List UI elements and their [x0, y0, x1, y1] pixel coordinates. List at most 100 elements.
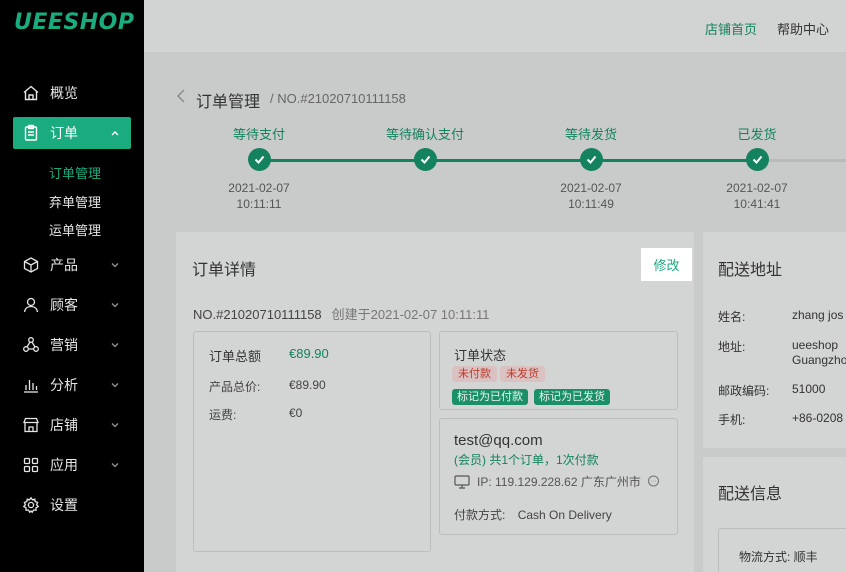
customer-ip-row: IP: 119.129.228.62 广东广州市	[454, 473, 660, 490]
status-badge-unpaid: 未付款	[452, 366, 497, 382]
shipping-info-title: 配送信息	[718, 486, 783, 503]
step-check-icon	[746, 148, 769, 171]
total-label: 订单总额	[209, 349, 262, 364]
step-label: 等待支付	[232, 127, 286, 142]
order-status-title: 订单状态	[454, 348, 507, 363]
address-line1: ueeshop	[792, 338, 839, 352]
name-label: 姓名:	[718, 310, 746, 324]
store-icon	[22, 416, 40, 434]
step-date: 2021-02-07	[228, 181, 290, 195]
back-arrow-icon[interactable]	[174, 88, 188, 104]
gear-icon	[22, 496, 40, 514]
user-icon	[22, 296, 40, 314]
order-number-line: NO.#21020710111158 创建于2021-02-07 10:11:11	[193, 304, 489, 323]
chevron-up-icon	[111, 131, 119, 136]
shipping-method: 物流方式: 顺丰	[739, 550, 818, 564]
product-total-value: €89.90	[289, 378, 326, 392]
shipping-fee-value: €0	[289, 406, 303, 420]
sub-item-abandoned-orders[interactable]: 弃单管理	[49, 192, 101, 211]
zip-label: 邮政编码:	[718, 384, 770, 398]
address-line2: Guangzho	[792, 353, 846, 367]
payment-value: Cash On Delivery	[517, 508, 612, 522]
brand-logo[interactable]: UEESHOP	[14, 10, 135, 35]
chevron-down-icon	[111, 343, 119, 348]
sidebar-item-label: 订单	[50, 125, 78, 141]
sidebar-item-label: 应用	[50, 457, 78, 473]
chevron-down-icon	[111, 423, 119, 428]
monitor-icon	[454, 474, 470, 489]
sub-item-order-management[interactable]: 订单管理	[49, 163, 101, 182]
store-home-link[interactable]: 店铺首页	[705, 19, 757, 38]
sidebar-item-label: 分析	[50, 377, 78, 393]
step-check-icon	[414, 148, 437, 171]
step-check-icon	[248, 148, 271, 171]
chevron-down-icon	[111, 303, 119, 308]
step-label: 等待发货	[564, 127, 618, 142]
status-badge-unshipped: 未发货	[500, 366, 545, 382]
share-icon	[22, 336, 40, 354]
order-number: NO.#21020710111158	[193, 307, 322, 322]
progress-line-pending	[769, 159, 846, 162]
step-label: 已发货	[737, 127, 777, 142]
page-title: 订单管理	[196, 94, 261, 111]
chevron-down-icon	[111, 263, 119, 268]
sidebar-item-label: 顾客	[50, 297, 78, 313]
chevron-down-icon	[111, 463, 119, 468]
mark-paid-button[interactable]: 标记为已付款	[452, 389, 528, 405]
step-time: 2021-02-07 10:11:11	[228, 180, 289, 212]
breadcrumb-order-no: / NO.#21020710111158	[270, 91, 406, 106]
cube-icon	[22, 256, 40, 274]
edit-button[interactable]: 修改	[641, 248, 692, 281]
sidebar-item-marketing[interactable]: 营销	[13, 329, 131, 361]
address-label: 地址:	[718, 340, 746, 354]
sidebar-item-store[interactable]: 店铺	[13, 409, 131, 441]
customer-email[interactable]: test@qq.com	[454, 432, 543, 449]
order-detail-title: 订单详情	[192, 262, 257, 279]
product-total-label: 产品总价:	[209, 380, 261, 394]
shipping-fee-label: 运费:	[209, 408, 237, 422]
sidebar: UEESHOP 概览 订单 订单管理 弃单管理 运单管理 产品 顾客 营销 分析…	[0, 0, 144, 572]
step-clock: 10:11:49	[568, 197, 614, 211]
bar-chart-icon	[22, 376, 40, 394]
step-label: 等待确认支付	[385, 127, 465, 142]
sidebar-item-orders[interactable]: 订单	[13, 117, 131, 149]
step-clock: 10:41:41	[733, 197, 781, 211]
sidebar-item-products[interactable]: 产品	[13, 249, 131, 281]
sidebar-item-apps[interactable]: 应用	[13, 449, 131, 481]
sidebar-item-settings[interactable]: 设置	[13, 489, 131, 521]
sidebar-item-label: 设置	[50, 497, 78, 513]
comment-icon[interactable]	[647, 475, 660, 488]
sidebar-item-label: 产品	[50, 257, 78, 273]
step-time: 2021-02-07 10:41:41	[726, 180, 787, 212]
sidebar-item-analytics[interactable]: 分析	[13, 369, 131, 401]
mark-shipped-button[interactable]: 标记为已发货	[534, 389, 610, 405]
zip-value: 51000	[792, 382, 826, 396]
phone-value: +86-0208	[792, 411, 844, 425]
step-check-icon	[580, 148, 603, 171]
step-date: 2021-02-07	[560, 181, 622, 195]
apps-icon	[22, 456, 40, 474]
step-date: 2021-02-07	[726, 181, 788, 195]
chevron-down-icon	[111, 383, 119, 388]
sidebar-item-overview[interactable]: 概览	[13, 77, 131, 109]
order-created: 创建于2021-02-07 10:11:11	[331, 307, 490, 322]
progress-line	[259, 159, 757, 162]
sidebar-item-label: 概览	[50, 85, 78, 101]
customer-ip: IP: 119.129.228.62 广东广州市	[477, 475, 641, 489]
step-clock: 10:11:11	[236, 197, 282, 211]
help-center-link[interactable]: 帮助中心	[777, 19, 829, 38]
sidebar-item-label: 店铺	[50, 417, 78, 433]
customer-member-info: (会员) 共1个订单，1次付款	[454, 453, 599, 467]
step-time: 2021-02-07 10:11:49	[560, 180, 621, 212]
total-value: €89.90	[289, 346, 329, 361]
clipboard-icon	[22, 124, 40, 142]
home-icon	[22, 84, 40, 102]
payment-label: 付款方式:	[454, 508, 506, 522]
sidebar-item-label: 营销	[50, 337, 78, 353]
sidebar-item-customers[interactable]: 顾客	[13, 289, 131, 321]
payment-method-row: 付款方式: Cash On Delivery	[454, 506, 612, 523]
shipping-address-title: 配送地址	[718, 262, 783, 279]
phone-label: 手机:	[718, 413, 746, 427]
name-value: zhang jos	[792, 308, 844, 322]
sub-item-shipments[interactable]: 运单管理	[49, 220, 101, 239]
